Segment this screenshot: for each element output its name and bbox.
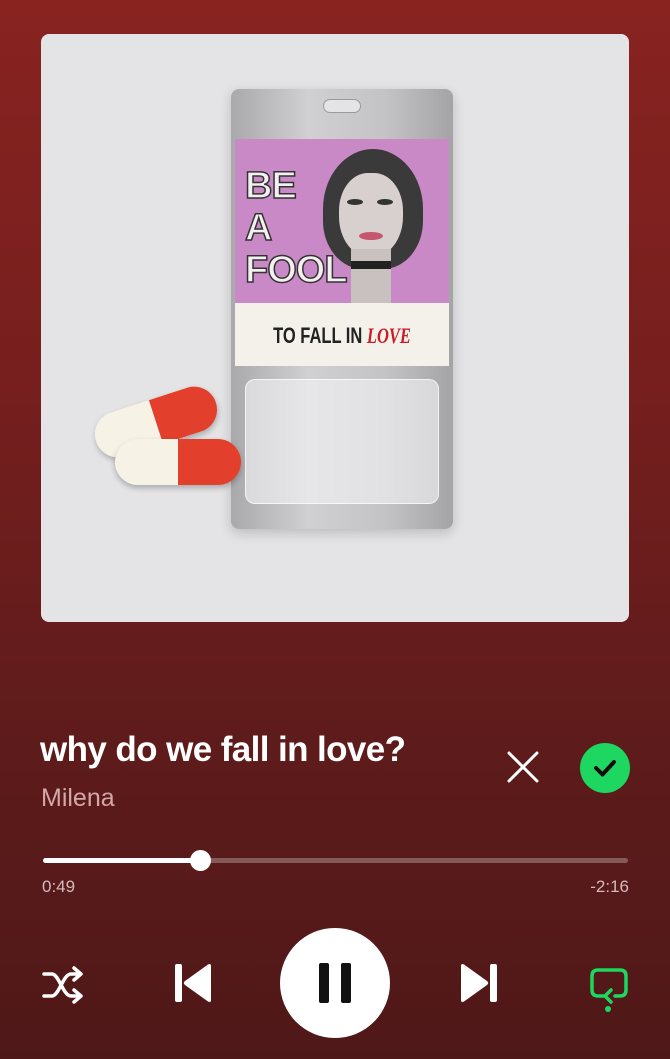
artwork-tagline-love: LOVE (366, 323, 411, 348)
artwork-word-fool: FOOL (244, 249, 348, 291)
artwork-word-be: BE (244, 165, 297, 207)
shuffle-icon (42, 966, 83, 1004)
remove-button[interactable] (503, 747, 543, 787)
previous-button[interactable] (170, 960, 216, 1006)
album-artwork: BE A FOOL TO FALL IN LOVE (41, 34, 629, 622)
pause-icon (319, 963, 351, 1003)
saved-button[interactable] (580, 743, 630, 793)
repeat-button[interactable] (586, 962, 632, 1008)
progress-handle[interactable] (189, 850, 211, 871)
skip-previous-icon (175, 964, 211, 1002)
artwork-blister (245, 379, 439, 504)
next-button[interactable] (456, 960, 502, 1006)
remaining-time: -2:16 (590, 877, 629, 896)
track-artist[interactable]: Milena (41, 784, 115, 813)
track-title: why do we fall in love? (40, 730, 406, 769)
artwork-hang-hole (323, 99, 361, 113)
pause-button[interactable] (280, 928, 390, 1038)
shuffle-button[interactable] (40, 962, 86, 1008)
artwork-card-portrait: BE A FOOL (235, 139, 449, 303)
elapsed-time: 0:49 (42, 877, 76, 896)
artwork-tagline-prefix: TO FALL IN (273, 323, 367, 348)
artwork-pill (115, 439, 241, 485)
artwork-tagline: TO FALL IN LOVE (262, 323, 423, 349)
repeat-active-indicator (605, 1006, 611, 1012)
skip-next-icon (461, 964, 497, 1002)
close-icon (507, 751, 539, 783)
check-icon (594, 760, 616, 777)
progress-bar[interactable] (43, 850, 628, 871)
artwork-card: BE A FOOL TO FALL IN LOVE (235, 139, 449, 366)
artwork-word-a: A (244, 207, 273, 249)
progress-fill (43, 858, 200, 863)
repeat-icon (590, 968, 628, 1004)
artwork-blister-pack: BE A FOOL TO FALL IN LOVE (231, 89, 453, 529)
